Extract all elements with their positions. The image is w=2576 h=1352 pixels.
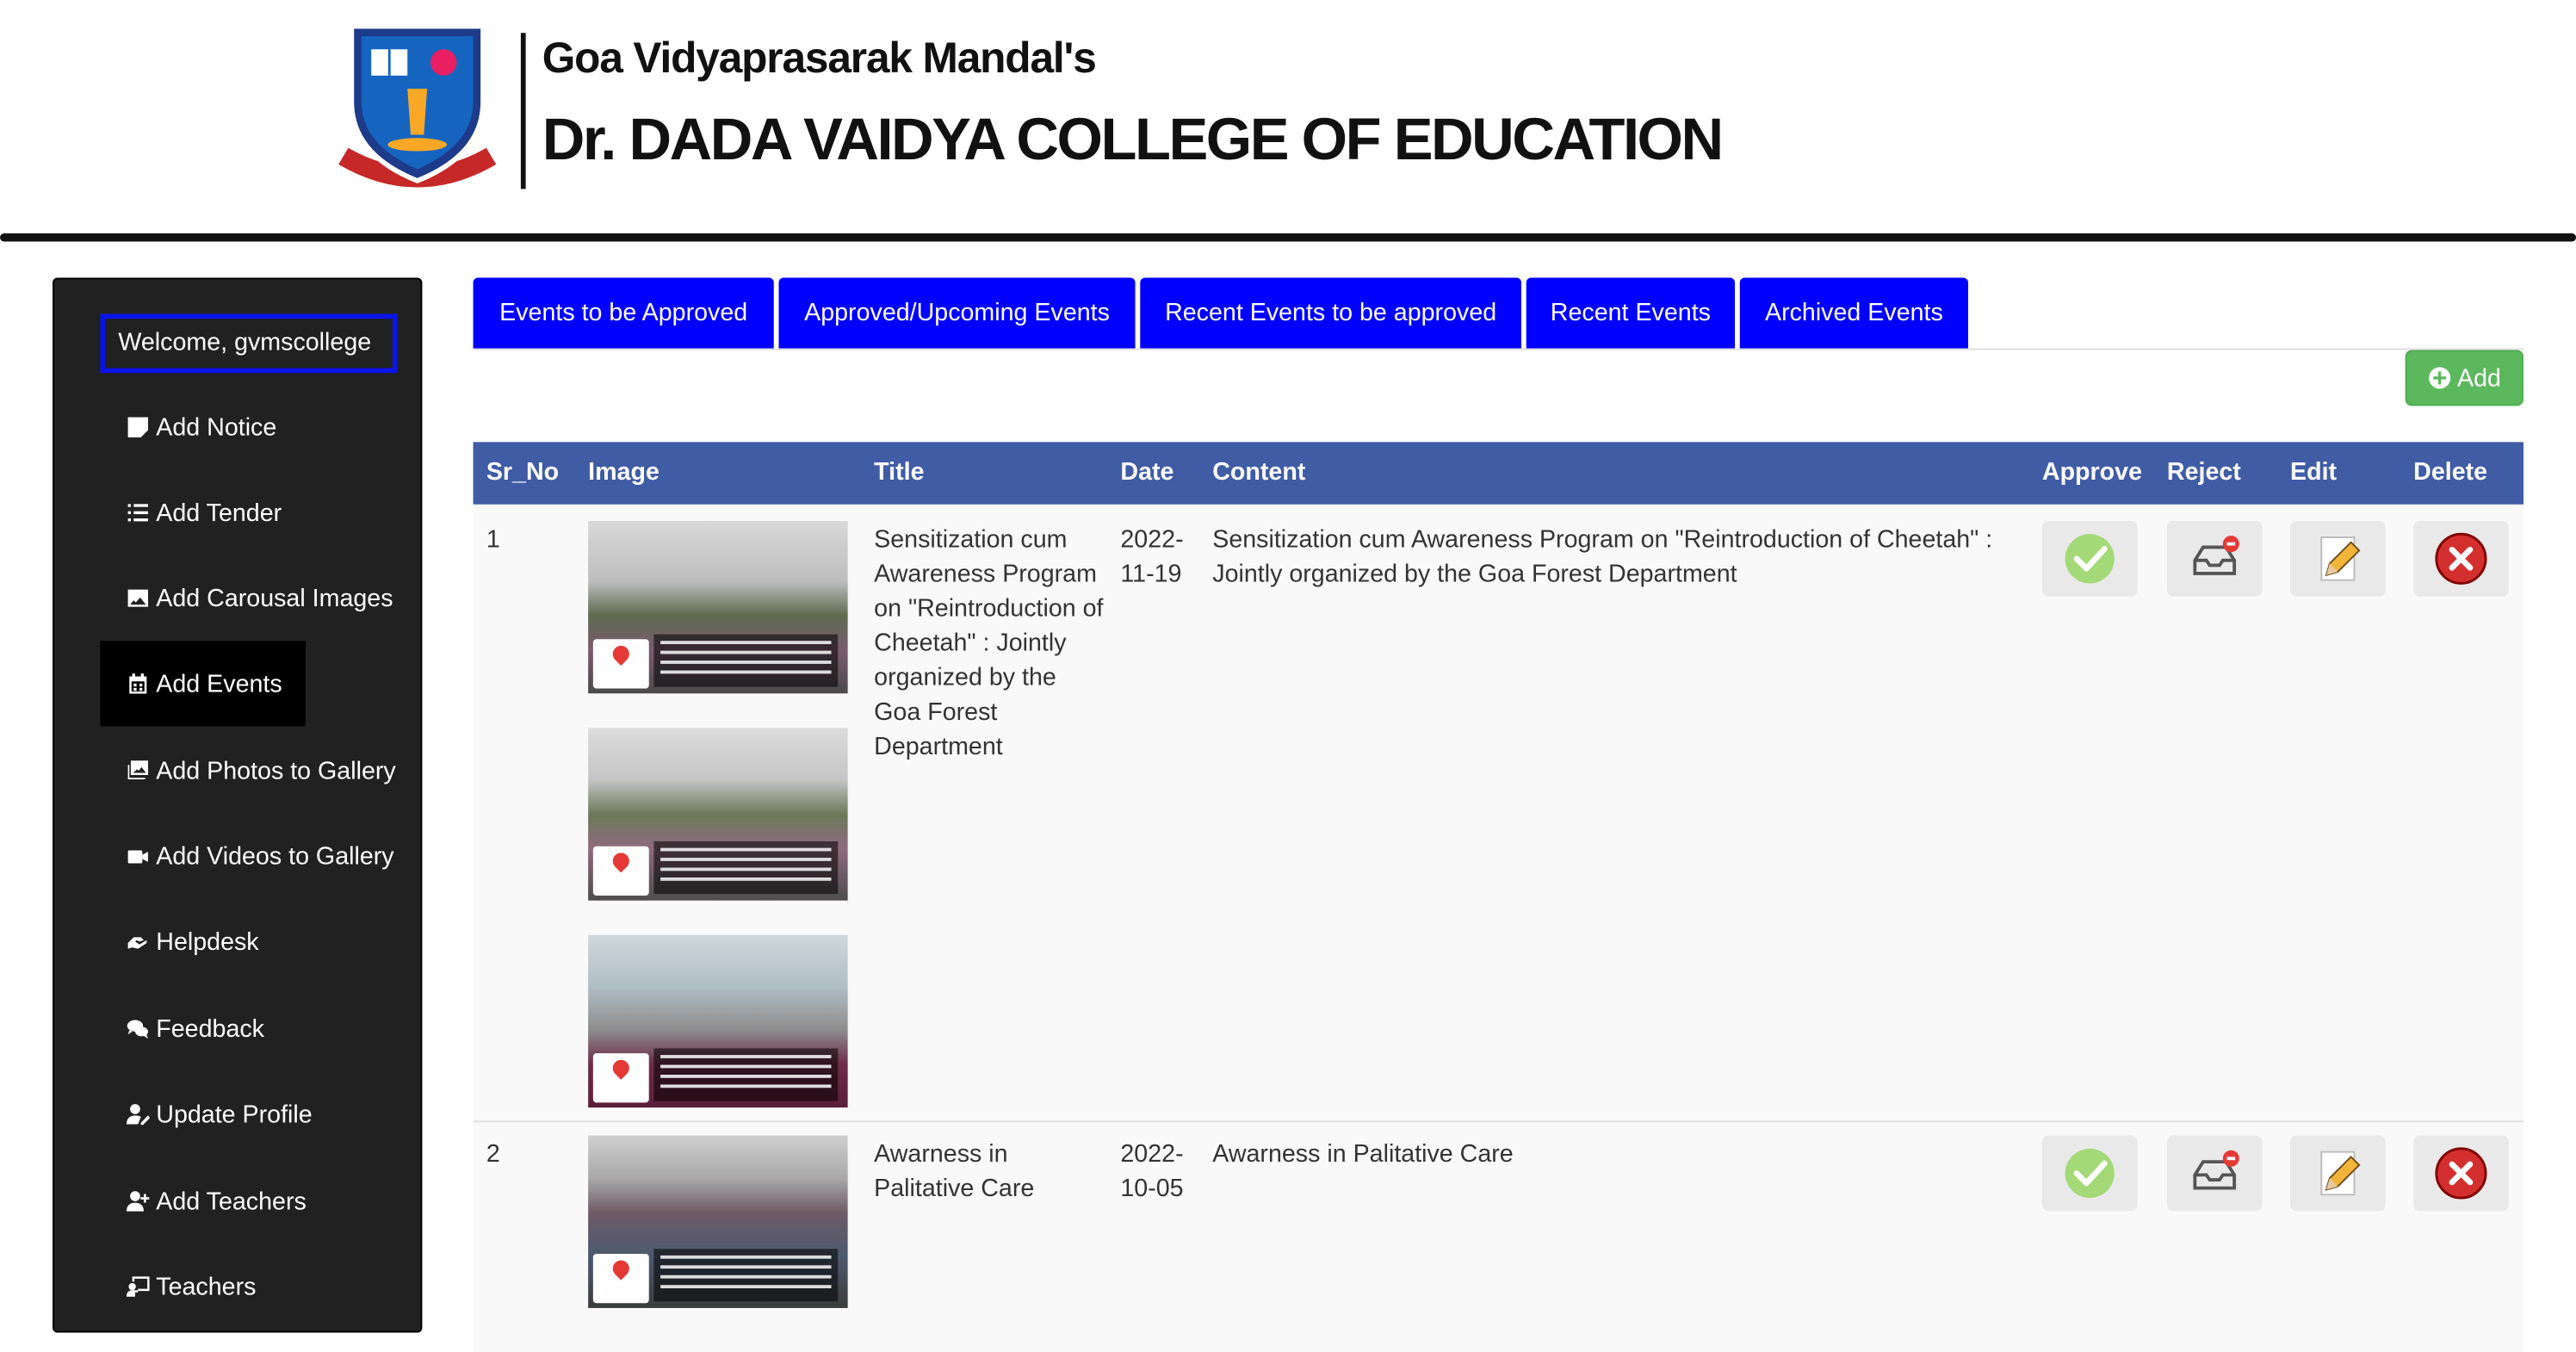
inbox-remove-icon bbox=[2193, 1150, 2239, 1190]
sidebar-item-add-photos-to-gallery[interactable]: Add Photos to Gallery bbox=[100, 728, 418, 813]
sidebar-item-label: Helpdesk bbox=[156, 927, 259, 956]
header-divider bbox=[520, 33, 526, 189]
chalkboard-teacher-icon bbox=[125, 1274, 152, 1300]
pencil-icon bbox=[2320, 1150, 2361, 1196]
col-reject: Reject bbox=[2166, 458, 2241, 487]
close-circle-icon bbox=[2435, 1147, 2487, 1200]
tab-recent-events[interactable]: Recent Events bbox=[1526, 277, 1736, 349]
sidebar-item-add-tender[interactable]: Add Tender bbox=[100, 470, 304, 555]
inbox-remove-icon bbox=[2193, 536, 2239, 575]
image-caption bbox=[653, 1048, 839, 1101]
reject-button[interactable] bbox=[2166, 1135, 2263, 1212]
sticky-note-icon bbox=[125, 414, 152, 441]
college-logo bbox=[325, 16, 510, 201]
comments-icon bbox=[125, 1015, 152, 1042]
org-name: Goa Vidyaprasarak Mandal's bbox=[542, 33, 1097, 83]
header-rule bbox=[0, 233, 2576, 242]
edit-button[interactable] bbox=[2290, 520, 2386, 597]
sidebar: Welcome, gvmscollege Add Notice Add Tend… bbox=[53, 277, 423, 1333]
col-title: Title bbox=[874, 458, 925, 487]
sidebar-item-label: Add Videos to Gallery bbox=[156, 841, 394, 871]
col-content: Content bbox=[1212, 458, 1306, 487]
reject-button[interactable] bbox=[2166, 520, 2263, 597]
image-caption bbox=[653, 634, 839, 687]
sidebar-item-label: Add Notice bbox=[156, 412, 277, 442]
image-icon bbox=[125, 585, 152, 611]
row-title: Sensitization cum Awareness Program on "… bbox=[874, 525, 1104, 761]
map-pin-icon bbox=[592, 846, 649, 896]
sidebar-item-label: Add Events bbox=[156, 669, 282, 698]
table-row: 1 Sensitization cum Awareness Program on… bbox=[473, 504, 2523, 1123]
images-icon bbox=[125, 758, 152, 785]
list-icon bbox=[125, 499, 152, 526]
sidebar-item-label: Add Teachers bbox=[156, 1187, 307, 1216]
table-header: Sr_No Image Title Date Content Approve R… bbox=[473, 442, 2523, 505]
check-circle-icon bbox=[2065, 1148, 2115, 1199]
video-icon bbox=[125, 843, 152, 870]
add-event-button[interactable]: Add bbox=[2405, 350, 2523, 406]
map-pin-icon bbox=[592, 1053, 649, 1103]
delete-button[interactable] bbox=[2413, 520, 2509, 597]
plus-circle-icon bbox=[2428, 367, 2450, 389]
tab-events-to-be-approved[interactable]: Events to be Approved bbox=[473, 277, 774, 349]
add-button-label: Add bbox=[2456, 363, 2501, 393]
event-image[interactable] bbox=[588, 728, 848, 901]
sidebar-item-label: Feedback bbox=[156, 1014, 264, 1043]
edit-button[interactable] bbox=[2290, 1135, 2386, 1212]
sidebar-item-label: Teachers bbox=[156, 1272, 257, 1301]
row-date: 2022-11-19 bbox=[1120, 525, 1184, 589]
image-caption bbox=[653, 1249, 839, 1302]
col-delete: Delete bbox=[2413, 458, 2488, 487]
close-circle-icon bbox=[2435, 532, 2487, 585]
event-image[interactable] bbox=[588, 1135, 848, 1308]
hands-helping-icon bbox=[125, 928, 152, 955]
delete-button[interactable] bbox=[2413, 1135, 2509, 1212]
sidebar-item-label: Add Photos to Gallery bbox=[156, 756, 396, 785]
welcome-label: Welcome, gvmscollege bbox=[100, 313, 398, 374]
calendar-icon bbox=[125, 671, 152, 698]
table-row: 2 Awarness in Palitative Care 2022-10-05… bbox=[473, 1122, 2523, 1352]
image-caption bbox=[653, 840, 839, 895]
sidebar-item-add-carousal-images[interactable]: Add Carousal Images bbox=[100, 555, 416, 641]
row-date: 2022-10-05 bbox=[1120, 1140, 1184, 1203]
sidebar-item-add-notice[interactable]: Add Notice bbox=[100, 385, 300, 470]
map-pin-icon bbox=[592, 639, 649, 689]
sidebar-item-add-videos-to-gallery[interactable]: Add Videos to Gallery bbox=[100, 814, 417, 899]
col-approve: Approve bbox=[2041, 458, 2142, 487]
row-sr-no: 2 bbox=[486, 1140, 500, 1169]
tab-underline bbox=[473, 348, 2523, 350]
tab-archived-events[interactable]: Archived Events bbox=[1739, 277, 1969, 349]
row-content: Awarness in Palitative Care bbox=[1212, 1140, 1514, 1169]
approve-button[interactable] bbox=[2041, 520, 2138, 597]
sidebar-item-add-events[interactable]: Add Events bbox=[100, 641, 306, 727]
event-image[interactable] bbox=[588, 520, 848, 694]
sidebar-item-add-teachers[interactable]: Add Teachers bbox=[100, 1158, 329, 1243]
col-edit: Edit bbox=[2290, 458, 2338, 487]
sidebar-item-label: Add Tender bbox=[156, 499, 282, 527]
approve-button[interactable] bbox=[2041, 1135, 2138, 1212]
col-date: Date bbox=[1120, 458, 1174, 487]
tab-recent-events-to-be-approved[interactable]: Recent Events to be approved bbox=[1140, 277, 1521, 349]
sidebar-item-helpdesk[interactable]: Helpdesk bbox=[100, 899, 282, 984]
sidebar-item-feedback[interactable]: Feedback bbox=[100, 986, 287, 1071]
pencil-icon bbox=[2320, 536, 2361, 581]
map-pin-icon bbox=[592, 1253, 649, 1304]
tab-approved-upcoming-events[interactable]: Approved/Upcoming Events bbox=[778, 277, 1136, 349]
event-image[interactable] bbox=[588, 934, 848, 1108]
user-edit-icon bbox=[125, 1101, 152, 1127]
user-plus-icon bbox=[125, 1188, 152, 1215]
sidebar-item-update-profile[interactable]: Update Profile bbox=[100, 1071, 335, 1157]
col-sr-no: Sr_No bbox=[486, 458, 560, 487]
row-title: Awarness in Palitative Care bbox=[874, 1140, 1035, 1203]
sidebar-item-teachers[interactable]: Teachers bbox=[100, 1244, 279, 1330]
row-sr-no: 1 bbox=[486, 525, 500, 555]
college-name: Dr. DADA VAIDYA COLLEGE OF EDUCATION bbox=[542, 105, 1724, 173]
check-circle-icon bbox=[2065, 534, 2115, 584]
row-content: Sensitization cum Awareness Program on "… bbox=[1212, 525, 1993, 589]
col-image: Image bbox=[588, 458, 659, 487]
sidebar-item-label: Update Profile bbox=[156, 1100, 313, 1128]
sidebar-item-label: Add Carousal Images bbox=[156, 584, 393, 612]
